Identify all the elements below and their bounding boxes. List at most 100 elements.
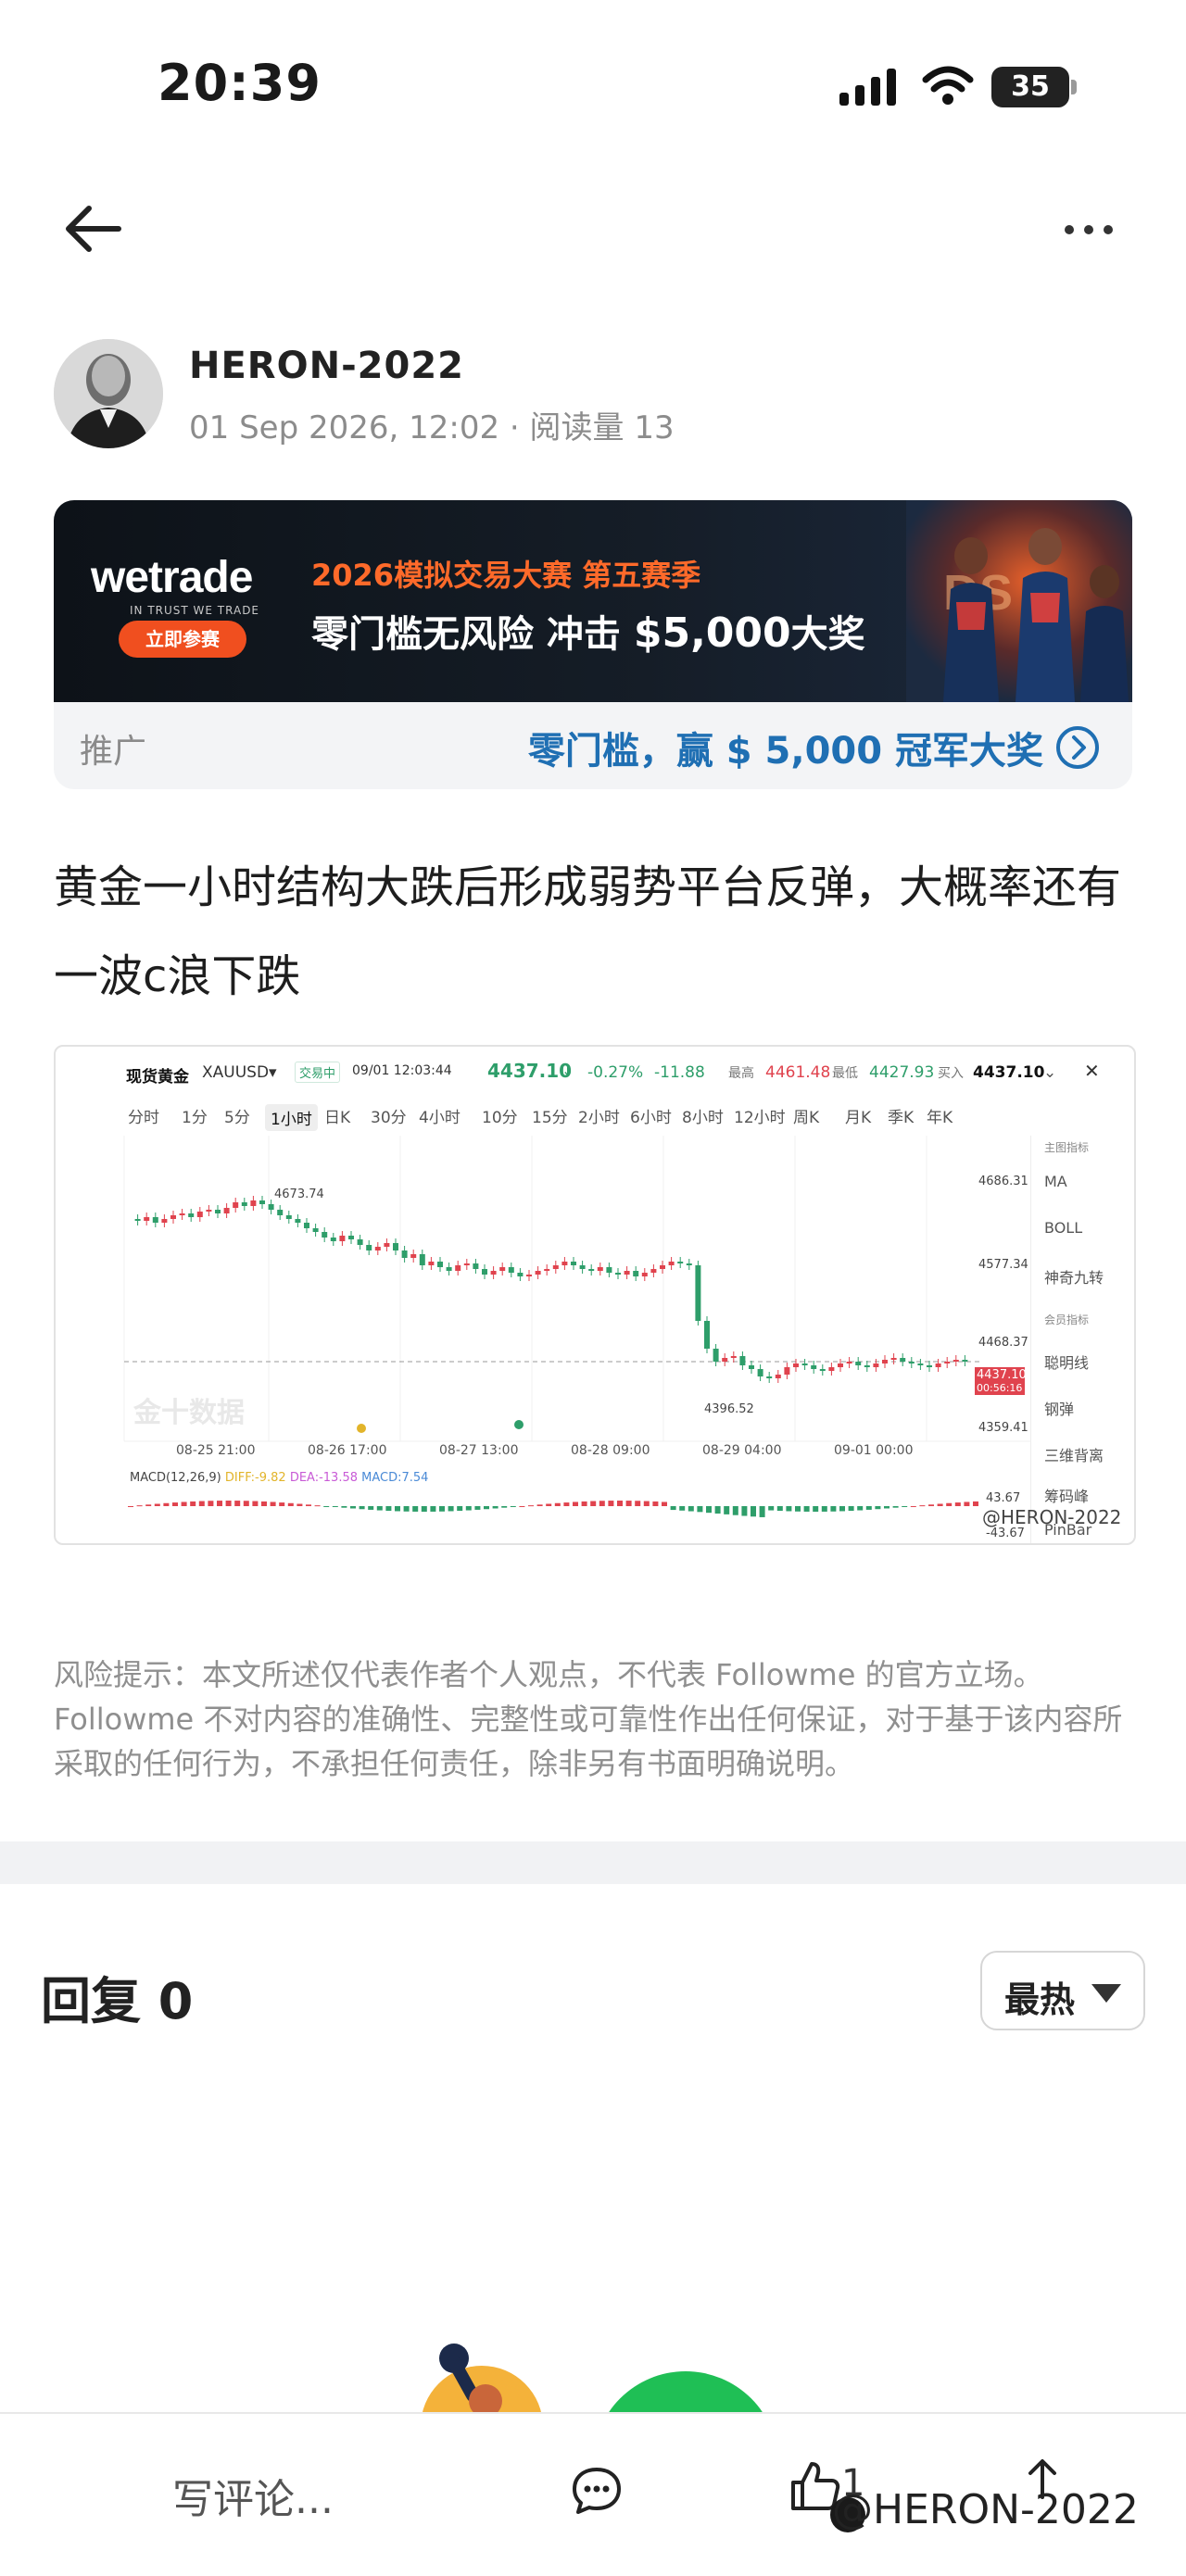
candle-body [757, 1369, 763, 1376]
timeframe-tab[interactable]: 4小时 [419, 1104, 461, 1127]
indicator-item[interactable]: 神奇九转 [1044, 1265, 1104, 1288]
macd-bar [465, 1506, 472, 1511]
ad-subline-suffix: 大奖 [790, 613, 865, 656]
chart-buy: 4437.10 [973, 1063, 1045, 1082]
candle-body [677, 1262, 684, 1263]
macd-bar [243, 1501, 249, 1506]
macd-bar [217, 1501, 222, 1506]
candle-body [223, 1208, 230, 1213]
macd-bar [270, 1502, 276, 1506]
timeframe-tab[interactable]: 分时 [128, 1104, 159, 1127]
candle-body [890, 1358, 897, 1360]
indicator-item[interactable]: 筹码峰 [1044, 1484, 1089, 1506]
macd-bar [554, 1502, 561, 1506]
chart-header: 现货黄金 XAUUSD ▾ 交易中 09/01 12:03:44 4437.10… [56, 1047, 1134, 1095]
macd-bar [652, 1501, 659, 1506]
indicator-item[interactable]: MA [1044, 1173, 1067, 1190]
chart-date-1: 08-25 21:00 [176, 1443, 256, 1458]
chart-code: XAUUSD [202, 1063, 270, 1082]
chart-symbol: 现货黄金 [126, 1068, 189, 1087]
timeframe-tab[interactable]: 15分 [532, 1104, 568, 1127]
candle-body [615, 1273, 621, 1275]
indicator-item[interactable]: 三维背离 [1044, 1443, 1104, 1465]
ad-link[interactable]: 零门槛，赢 $ 5,000 冠军大奖 [528, 721, 1043, 774]
chart-high: 4461.48 [765, 1063, 831, 1082]
indicator-item[interactable]: 会员指标 [1044, 1312, 1089, 1327]
sort-dropdown[interactable]: 最热 [980, 1951, 1145, 2030]
chart-date-4: 08-28 09:00 [571, 1443, 650, 1458]
macd-bar [163, 1502, 170, 1506]
chart-image[interactable]: 现货黄金 XAUUSD ▾ 交易中 09/01 12:03:44 4437.10… [54, 1045, 1136, 1545]
macd-bar [181, 1502, 187, 1506]
timeframe-tab[interactable]: 季K [888, 1104, 914, 1127]
candle-body [864, 1365, 870, 1367]
timeframe-tab[interactable]: 5分 [224, 1104, 250, 1127]
indicator-panel[interactable]: 主图指标 MA BOLL 神奇九转 会员指标 聪明线 钢弹 三维背离 筹码峰 PinBar [1030, 1136, 1134, 1543]
candle-body [730, 1356, 737, 1358]
chart-code-caret: ▾ [269, 1063, 277, 1082]
timeframe-tab[interactable]: 6小时 [630, 1104, 672, 1127]
macd-bar [296, 1503, 303, 1506]
timeframe-tab[interactable]: 12小时 [734, 1104, 786, 1127]
macd-bar [902, 1506, 908, 1507]
timeframe-tab[interactable]: 1小时 [265, 1104, 318, 1131]
author-name[interactable]: HERON-2022 [189, 345, 464, 387]
chart-change-pct: -0.27% [587, 1063, 644, 1082]
chart-price-arrow: ↓ [561, 1062, 574, 1079]
candle-body [882, 1360, 888, 1363]
macd-bar [136, 1505, 143, 1507]
close-icon[interactable]: ✕ [1084, 1060, 1100, 1082]
macd-bar [803, 1506, 810, 1512]
chart-price-level-4: 4359.41 [978, 1421, 1028, 1435]
candle-body [535, 1271, 541, 1275]
candle-body [188, 1213, 195, 1217]
chart-price-level-3: 4468.37 [978, 1336, 1028, 1350]
timeframe-tab[interactable]: 1分 [182, 1104, 208, 1127]
promo-ad[interactable]: wetrade IN TRUST WE TRADE 立即参赛 2026模拟交易大… [54, 500, 1132, 789]
macd-bar [128, 1506, 133, 1507]
chevron-right-icon[interactable] [1054, 724, 1101, 771]
timeframe-tab[interactable]: 周K [793, 1104, 819, 1127]
timeframe-tab[interactable]: 年K [927, 1104, 953, 1127]
ad-players-illustration: DS [906, 500, 1132, 702]
macd-bar [688, 1506, 694, 1512]
chart-low: 4427.93 [869, 1063, 935, 1082]
timeframe-tab[interactable]: 30分 [371, 1104, 407, 1127]
macd-bar [385, 1506, 392, 1512]
candle-body [944, 1362, 951, 1363]
macd-bar [252, 1501, 259, 1506]
more-icon[interactable] [1056, 202, 1121, 258]
timeframe-tab[interactable]: 月K [845, 1104, 871, 1127]
macd-bar [608, 1501, 614, 1506]
candle-body [811, 1365, 817, 1369]
indicator-item[interactable]: BOLL [1044, 1219, 1082, 1237]
timeframe-tab[interactable]: 日K [324, 1104, 350, 1127]
ad-subline: 零门槛无风险 冲击 $5,000大奖 [311, 604, 865, 658]
macd-bar [830, 1506, 837, 1512]
indicator-item[interactable]: 聪明线 [1044, 1351, 1089, 1373]
ad-footer[interactable]: 推广 零门槛，赢 $ 5,000 冠军大奖 [54, 702, 1132, 789]
ad-banner[interactable]: wetrade IN TRUST WE TRADE 立即参赛 2026模拟交易大… [54, 500, 1132, 702]
timeframe-tab[interactable]: 2小时 [578, 1104, 620, 1127]
macd-bar [839, 1506, 845, 1512]
timeframe-tabs[interactable]: 分时 1分 5分 1小时 日K 30分 4小时 10分 15分 2小时 6小时 8小时 12小时 周K 月K… [56, 1095, 1134, 1136]
candle-body [544, 1269, 550, 1271]
timeframe-tab[interactable]: 8小时 [682, 1104, 724, 1127]
macd-bar [314, 1505, 321, 1507]
chart-low-label: 最低 [832, 1066, 858, 1081]
back-arrow-icon[interactable] [57, 196, 132, 261]
indicator-item[interactable]: 主图指标 [1044, 1139, 1089, 1155]
comment-input[interactable]: 写评论... [172, 2466, 334, 2525]
ad-headline: 2026模拟交易大赛 第五赛季 [311, 558, 701, 593]
ad-cta-button[interactable]: 立即参赛 [119, 621, 246, 658]
timeframe-tab[interactable]: 10分 [482, 1104, 518, 1127]
candle-body [366, 1245, 372, 1250]
avatar[interactable] [54, 339, 163, 448]
comment-icon[interactable] [569, 2462, 625, 2518]
candle-body [196, 1212, 203, 1217]
chevron-down-icon[interactable]: ⌄ [1043, 1063, 1056, 1082]
indicator-item[interactable]: 钢弹 [1044, 1397, 1074, 1419]
candle-body [161, 1219, 168, 1223]
macd-bar [306, 1504, 311, 1506]
candle-body [428, 1262, 435, 1265]
